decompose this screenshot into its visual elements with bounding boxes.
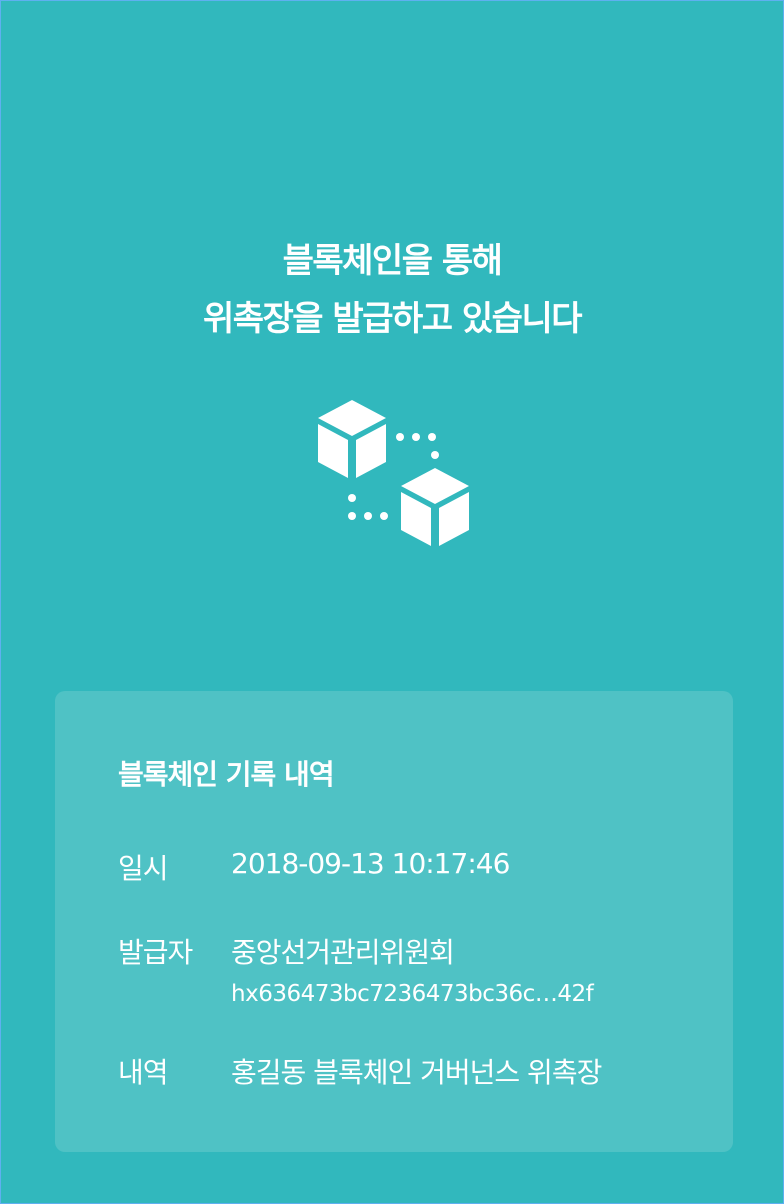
headline: 블록체인을 통해 위촉장을 발급하고 있습니다 [0,232,784,348]
cube-top-left-left-face [318,424,348,478]
connector-dot [348,494,356,502]
cube-top-left-right-face [356,424,386,478]
record-card: 블록체인 기록 내역 일시 2018-09-13 10:17:46 발급자 중앙… [55,691,733,1152]
issuer-name: 중앙선거관리위원회 [231,936,455,969]
headline-line-1: 블록체인을 통해 [282,241,503,281]
detail-label: 내역 [118,1056,169,1089]
blockchain-cubes-icon [318,400,469,546]
issuer-address: hx636473bc7236473bc36c…42f [231,981,594,1007]
connector-dot [380,512,388,520]
connector-dot [412,433,420,441]
cube-bottom-right-right-face [439,492,469,546]
detail-value: 홍길동 블록체인 거버넌스 위촉장 [231,1056,602,1089]
record-title: 블록체인 기록 내역 [118,758,335,791]
connector-dot [364,512,372,520]
date-value: 2018-09-13 10:17:46 [231,847,510,880]
connector-dot [396,433,404,441]
connector-dot [428,433,436,441]
connector-dot [348,512,356,520]
headline-line-2: 위촉장을 발급하고 있습니다 [202,299,583,339]
date-label: 일시 [118,852,169,885]
connector-dot [431,451,439,459]
cube-bottom-right-left-face [401,492,431,546]
issuer-label: 발급자 [118,936,193,969]
